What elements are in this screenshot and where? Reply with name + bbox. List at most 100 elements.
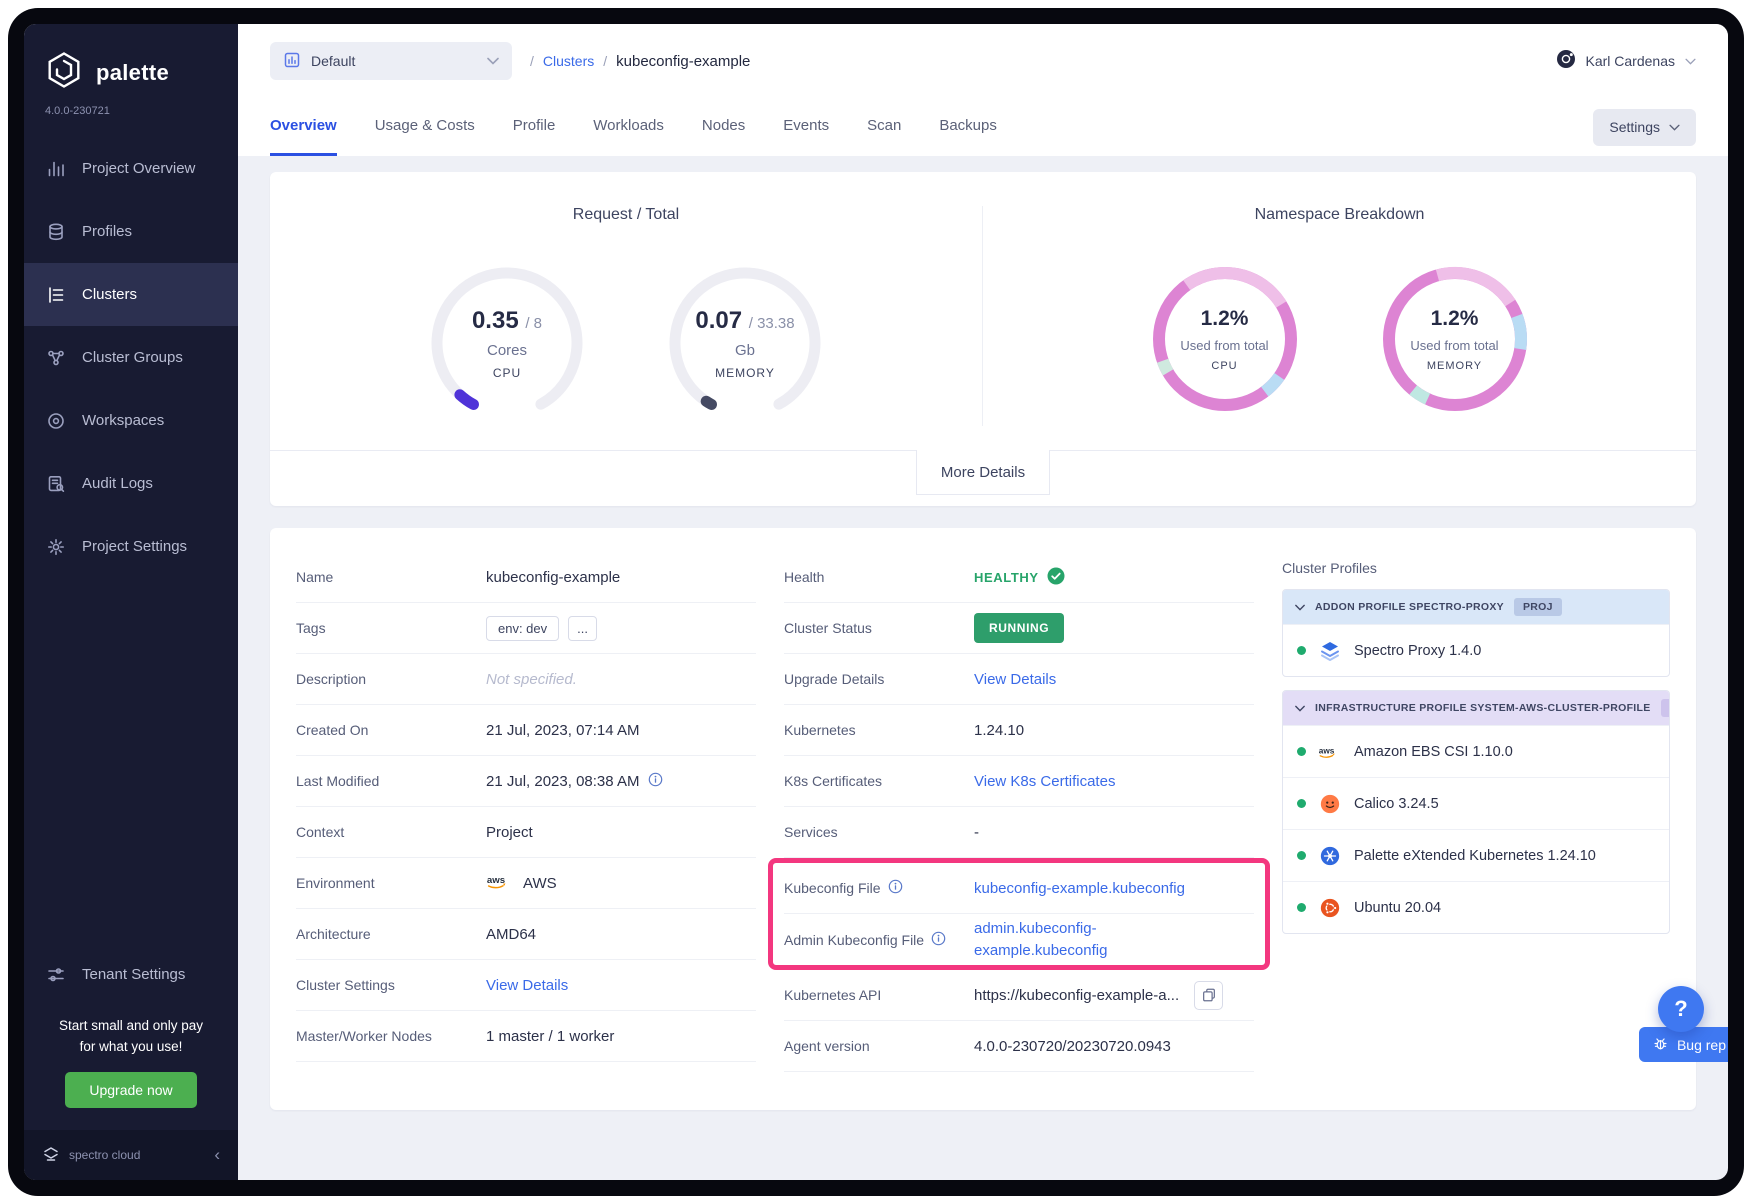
- health-status: HEALTHY: [974, 567, 1065, 588]
- tab-backups[interactable]: Backups: [939, 98, 997, 156]
- project-selector[interactable]: Default: [270, 42, 512, 80]
- help-button[interactable]: ?: [1658, 986, 1704, 1032]
- info-icon[interactable]: [648, 772, 663, 791]
- breadcrumb-clusters-link[interactable]: Clusters: [543, 53, 594, 69]
- memory-unit: Gb: [735, 342, 755, 359]
- field-label: Admin Kubeconfig File: [784, 931, 974, 949]
- spectro-cloud-logo-icon: [42, 1145, 60, 1166]
- sidebar-item-workspaces[interactable]: Workspaces: [24, 389, 238, 452]
- addon-profile-name: ADDON PROFILE SPECTRO-PROXY: [1315, 601, 1504, 613]
- project-scope-icon: [283, 51, 301, 72]
- cpu-used: 0.35: [472, 307, 519, 334]
- sidebar-item-project-settings[interactable]: Project Settings: [24, 515, 238, 578]
- upgrade-now-button[interactable]: Upgrade now: [65, 1072, 196, 1108]
- more-details-bar: More Details: [270, 450, 1696, 506]
- tab-scan[interactable]: Scan: [867, 98, 901, 156]
- breadcrumb-separator: /: [530, 53, 534, 69]
- sidebar-item-label: Tenant Settings: [82, 966, 185, 983]
- svg-text:aws: aws: [487, 875, 505, 886]
- palette-logo-icon: [44, 50, 84, 95]
- field-value: kubeconfig-example: [486, 569, 756, 586]
- aws-ebs-icon: aws: [1318, 740, 1342, 764]
- kubeconfig-file-link[interactable]: kubeconfig-example.kubeconfig: [974, 880, 1185, 897]
- field-row-upgrade-details: Upgrade Details View Details: [784, 654, 1254, 705]
- admin-kubeconfig-file-link[interactable]: admin.kubeconfig-example.kubeconfig: [974, 918, 1146, 962]
- field-label: Cluster Status: [784, 620, 974, 636]
- namespace-memory-label: MEMORY: [1427, 360, 1482, 372]
- more-details-button[interactable]: More Details: [916, 450, 1050, 495]
- sidebar-item-cluster-groups[interactable]: Cluster Groups: [24, 326, 238, 389]
- collapse-sidebar-icon[interactable]: ‹: [214, 1145, 220, 1165]
- field-value: aws AWS: [486, 872, 756, 894]
- field-label: Master/Worker Nodes: [296, 1028, 486, 1044]
- tab-usage-costs[interactable]: Usage & Costs: [375, 98, 475, 156]
- cpu-gauge-value-line: 0.35 / 8: [472, 307, 542, 335]
- profile-layer-name: Ubuntu 20.04: [1354, 900, 1441, 916]
- view-k8s-certificates-link[interactable]: View K8s Certificates: [974, 773, 1115, 790]
- sidebar-item-audit-logs[interactable]: Audit Logs: [24, 452, 238, 515]
- field-row-services: Services -: [784, 807, 1254, 858]
- chevron-down-icon: [487, 57, 499, 65]
- infrastructure-profile-name: INFRASTRUCTURE PROFILE SYSTEM-AWS-CLUSTE…: [1315, 702, 1651, 714]
- memory-gauge-text: 0.07 / 33.38 Gb MEMORY: [662, 260, 828, 426]
- namespace-cpu-text: 1.2% Used from total CPU: [1146, 260, 1304, 418]
- tags-more-button[interactable]: ...: [568, 616, 597, 641]
- chevron-down-icon: [1295, 705, 1305, 712]
- copy-icon[interactable]: [1194, 981, 1223, 1010]
- bug-icon: [1653, 1036, 1668, 1054]
- memory-label: MEMORY: [715, 366, 775, 380]
- infrastructure-profile-header[interactable]: INFRASTRUCTURE PROFILE SYSTEM-AWS-CLUSTE…: [1283, 691, 1669, 725]
- upgrade-view-details-link[interactable]: View Details: [974, 671, 1056, 688]
- sidebar-item-project-overview[interactable]: Project Overview: [24, 137, 238, 200]
- memory-total: / 33.38: [749, 315, 795, 332]
- sidebar-spacer: [24, 578, 238, 943]
- profile-layer-row[interactable]: Spectro Proxy 1.4.0: [1283, 624, 1669, 676]
- upgrade-promo-text: Start small and only pay for what you us…: [24, 1006, 238, 1072]
- field-row-last-modified: Last Modified 21 Jul, 2023, 08:38 AM: [296, 756, 756, 807]
- sidebar-item-clusters[interactable]: Clusters: [24, 263, 238, 326]
- check-circle-icon: [1047, 567, 1065, 588]
- field-label: Tags: [296, 620, 486, 636]
- profile-layer-row[interactable]: aws Amazon EBS CSI 1.10.0: [1283, 725, 1669, 777]
- addon-profile-accordion: ADDON PROFILE SPECTRO-PROXY PROJ Spectro…: [1282, 589, 1670, 677]
- cluster-list-icon: [46, 285, 66, 305]
- sidebar-item-label: Clusters: [82, 286, 137, 303]
- breadcrumb-current: kubeconfig-example: [616, 53, 750, 70]
- calico-icon: [1318, 792, 1342, 816]
- field-value: Not specified.: [486, 671, 756, 688]
- profile-layer-row[interactable]: Ubuntu 20.04: [1283, 881, 1669, 933]
- namespace-cpu-caption: Used from total: [1180, 338, 1268, 353]
- sidebar-item-profiles[interactable]: Profiles: [24, 200, 238, 263]
- sliders-icon: [46, 965, 66, 985]
- tab-nodes[interactable]: Nodes: [702, 98, 745, 156]
- field-row-tags: Tags env: dev ...: [296, 603, 756, 654]
- status-dot-green: [1297, 747, 1306, 756]
- user-menu[interactable]: Karl Cardenas: [1556, 49, 1697, 74]
- tab-profile[interactable]: Profile: [513, 98, 556, 156]
- profile-layer-row[interactable]: Calico 3.24.5: [1283, 777, 1669, 829]
- addon-profile-header[interactable]: ADDON PROFILE SPECTRO-PROXY PROJ: [1283, 590, 1669, 624]
- tab-workloads[interactable]: Workloads: [593, 98, 664, 156]
- sidebar-item-tenant-settings[interactable]: Tenant Settings: [24, 943, 238, 1006]
- gear-icon: [46, 537, 66, 557]
- namespace-breakdown-title: Namespace Breakdown: [1003, 206, 1676, 224]
- profile-layer-name: Spectro Proxy 1.4.0: [1354, 643, 1481, 659]
- details-column-status: Health HEALTHY Cluster Status: [784, 552, 1254, 1072]
- info-icon[interactable]: [931, 931, 946, 949]
- namespace-breakdown-section: Namespace Breakdown 1.2%: [983, 206, 1696, 426]
- usage-overview-card: Request / Total 0.35 /: [270, 172, 1696, 506]
- profile-layer-row[interactable]: Palette eXtended Kubernetes 1.24.10: [1283, 829, 1669, 881]
- cluster-profiles-panel: Cluster Profiles ADDON PROFILE SPECTRO-P…: [1282, 552, 1670, 1072]
- cpu-label: CPU: [493, 366, 521, 380]
- settings-button[interactable]: Settings: [1593, 109, 1696, 146]
- sidebar-item-label: Project Overview: [82, 160, 195, 177]
- field-value: 21 Jul, 2023, 08:38 AM: [486, 772, 756, 791]
- status-dot-green: [1297, 851, 1306, 860]
- tab-events[interactable]: Events: [783, 98, 829, 156]
- bug-report-button[interactable]: Bug rep: [1639, 1027, 1728, 1062]
- request-total-section: Request / Total 0.35 /: [270, 206, 983, 426]
- tab-overview[interactable]: Overview: [270, 98, 337, 156]
- audit-log-icon: [46, 474, 66, 494]
- cluster-settings-view-details-link[interactable]: View Details: [486, 977, 568, 994]
- info-icon[interactable]: [888, 879, 903, 897]
